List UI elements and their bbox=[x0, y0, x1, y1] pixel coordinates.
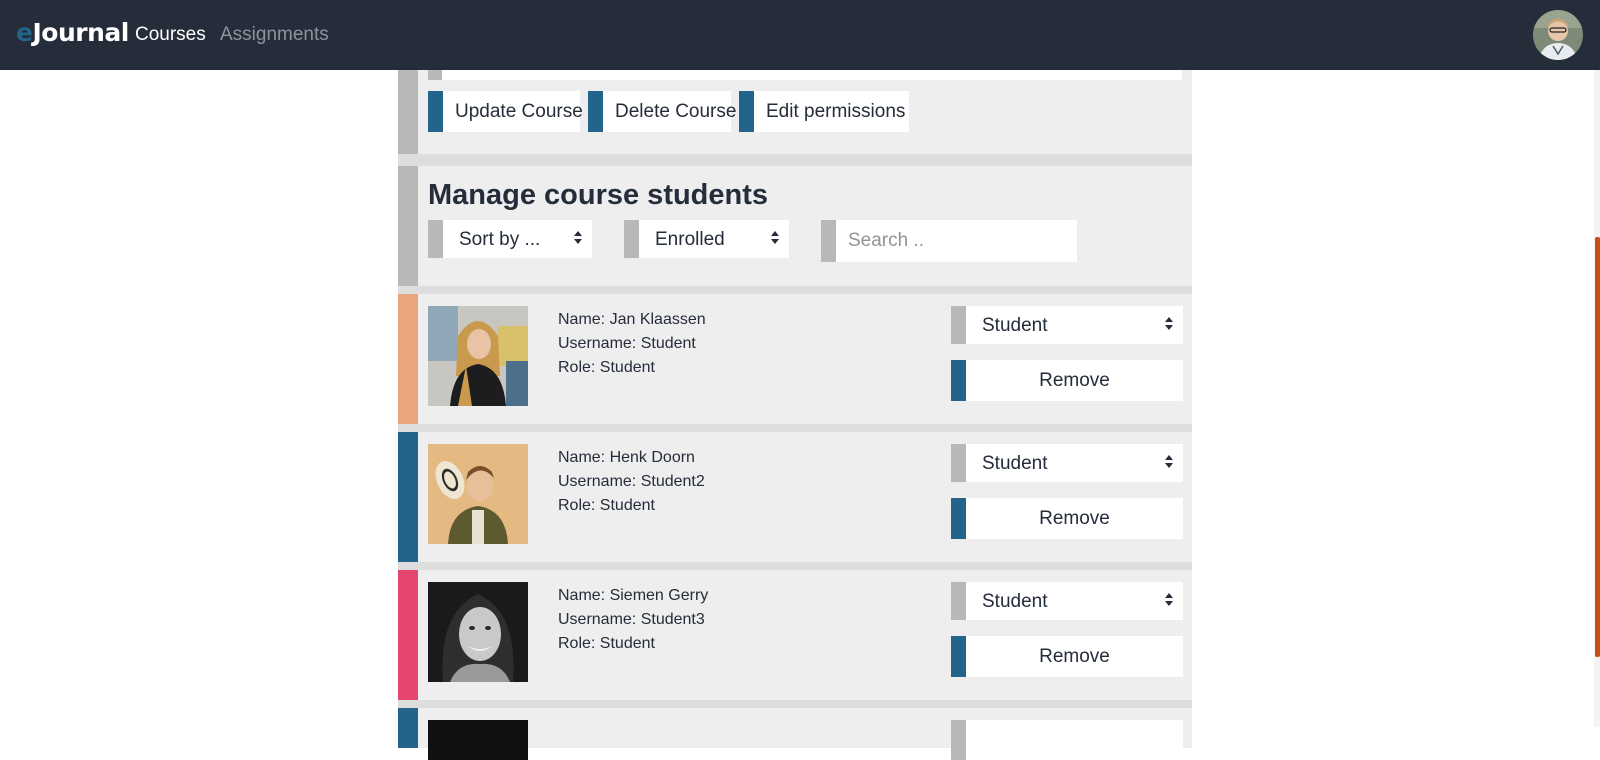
remove-label: Remove bbox=[1039, 646, 1110, 667]
brand-logo[interactable]: eJournal bbox=[16, 18, 129, 47]
student-avatar bbox=[428, 720, 528, 760]
sort-select-value: Sort by ... bbox=[459, 229, 541, 250]
sort-arrows-icon bbox=[1165, 593, 1173, 607]
sort-select[interactable]: Sort by ... bbox=[428, 220, 592, 258]
button-accent bbox=[588, 91, 603, 132]
card-accent bbox=[398, 570, 418, 700]
card-accent bbox=[398, 166, 418, 286]
student-role: Role: Student bbox=[558, 497, 655, 514]
student-username: Username: Student2 bbox=[558, 473, 705, 490]
student-info: Name: Jan Klaassen Username: Student Rol… bbox=[558, 308, 706, 380]
role-select[interactable]: Student bbox=[951, 444, 1183, 482]
nav-link-assignments[interactable]: Assignments bbox=[220, 24, 329, 46]
course-field-partial[interactable] bbox=[428, 70, 1182, 80]
card-accent bbox=[398, 70, 418, 154]
role-select-value: Student bbox=[982, 591, 1048, 612]
student-card: Name: Jan Klaassen Username: Student Rol… bbox=[398, 294, 1192, 424]
delete-course-button[interactable]: Delete Course bbox=[588, 91, 736, 132]
role-select-value: Student bbox=[982, 315, 1048, 336]
card-accent bbox=[398, 294, 418, 424]
student-avatar bbox=[428, 582, 528, 682]
button-accent bbox=[428, 91, 443, 132]
enrollment-filter-select[interactable]: Enrolled bbox=[624, 220, 789, 258]
student-info: Name: Henk Doorn Username: Student2 Role… bbox=[558, 446, 705, 518]
student-username: Username: Student3 bbox=[558, 611, 705, 628]
button-accent bbox=[951, 636, 966, 677]
student-role: Role: Student bbox=[558, 635, 655, 652]
select-accent bbox=[428, 220, 443, 258]
student-card-partial bbox=[398, 708, 1192, 760]
remove-label: Remove bbox=[1039, 508, 1110, 529]
student-avatar bbox=[428, 306, 528, 406]
select-accent bbox=[624, 220, 639, 258]
update-course-label: Update Course bbox=[455, 101, 583, 122]
card-accent bbox=[398, 432, 418, 562]
student-info: Name: Siemen Gerry Username: Student3 Ro… bbox=[558, 584, 708, 656]
update-course-button[interactable]: Update Course bbox=[428, 91, 583, 132]
edit-permissions-label: Edit permissions bbox=[766, 101, 906, 122]
button-accent bbox=[739, 91, 754, 132]
course-details-card: Update Course Delete Course Edit permiss… bbox=[398, 70, 1192, 154]
scrollbar-thumb[interactable] bbox=[1595, 237, 1600, 657]
student-name: Name: Siemen Gerry bbox=[558, 587, 709, 604]
card-accent bbox=[398, 708, 418, 748]
brand-name: Journal bbox=[32, 18, 129, 47]
search-accent bbox=[821, 220, 836, 262]
remove-student-button[interactable]: Remove bbox=[951, 360, 1183, 401]
select-accent bbox=[951, 444, 966, 482]
role-select-value: Student bbox=[982, 453, 1048, 474]
course-edit-column: Update Course Delete Course Edit permiss… bbox=[398, 70, 1192, 760]
role-select[interactable] bbox=[951, 720, 1183, 760]
sort-arrows-icon bbox=[574, 231, 582, 245]
sort-arrows-icon bbox=[1165, 317, 1173, 331]
user-avatar[interactable] bbox=[1533, 10, 1583, 60]
role-select[interactable]: Student bbox=[951, 306, 1183, 344]
button-accent bbox=[951, 360, 966, 401]
search-input[interactable] bbox=[836, 220, 1077, 262]
delete-course-label: Delete Course bbox=[615, 101, 737, 122]
enrollment-filter-value: Enrolled bbox=[655, 229, 725, 250]
button-accent bbox=[951, 498, 966, 539]
manage-students-title: Manage course students bbox=[428, 179, 769, 211]
remove-student-button[interactable]: Remove bbox=[951, 636, 1183, 677]
select-accent bbox=[951, 582, 966, 620]
student-name: Name: Jan Klaassen bbox=[558, 311, 706, 328]
sort-arrows-icon bbox=[771, 231, 779, 245]
edit-permissions-button[interactable]: Edit permissions bbox=[739, 91, 909, 132]
student-avatar bbox=[428, 444, 528, 544]
sort-arrows-icon bbox=[1165, 455, 1173, 469]
nav-link-courses[interactable]: Courses bbox=[135, 24, 206, 46]
remove-student-button[interactable]: Remove bbox=[951, 498, 1183, 539]
student-card: Name: Siemen Gerry Username: Student3 Ro… bbox=[398, 570, 1192, 700]
remove-label: Remove bbox=[1039, 370, 1110, 391]
student-username: Username: Student bbox=[558, 335, 696, 352]
select-accent bbox=[951, 306, 966, 344]
navbar: eJournal Courses Assignments bbox=[0, 0, 1600, 70]
role-select[interactable]: Student bbox=[951, 582, 1183, 620]
student-search[interactable] bbox=[821, 220, 1077, 262]
student-role: Role: Student bbox=[558, 359, 655, 376]
brand-prefix: e bbox=[16, 18, 33, 47]
student-name: Name: Henk Doorn bbox=[558, 449, 695, 466]
student-card: Name: Henk Doorn Username: Student2 Role… bbox=[398, 432, 1192, 562]
manage-students-card: Manage course students Sort by ... Enrol… bbox=[398, 166, 1192, 286]
